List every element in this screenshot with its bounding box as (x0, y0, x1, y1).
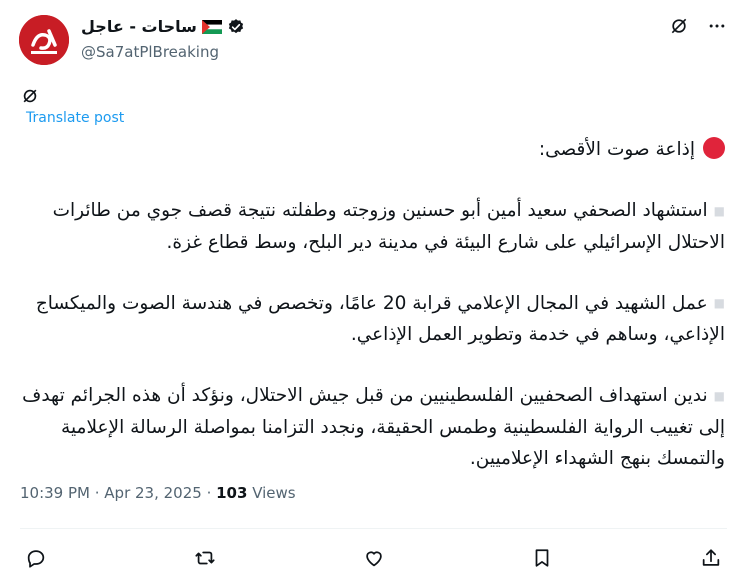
bullet-square-icon: ■ (713, 296, 725, 310)
author-name-row: ساحات - عاجل (81, 17, 245, 36)
reply-icon (27, 550, 45, 568)
tweet-time[interactable]: 10:39 PM (20, 484, 90, 502)
views-count: 103 (216, 484, 248, 502)
author-display-name[interactable]: ساحات - عاجل (81, 17, 197, 36)
palestine-flag-icon (201, 19, 222, 34)
avatar-logo (19, 15, 69, 65)
tweet-heading: إذاعة صوت الأقصى: (20, 134, 725, 165)
top-actions (667, 14, 729, 38)
bookmark-button[interactable] (528, 544, 556, 572)
more-options-icon[interactable] (705, 14, 729, 38)
translate-post-link[interactable]: Translate post (26, 110, 124, 126)
repost-icon (195, 551, 215, 565)
verified-badge-icon (228, 18, 244, 33)
reply-button[interactable] (22, 544, 50, 572)
red-circle-icon (703, 137, 725, 159)
bullet-square-icon: ■ (713, 203, 725, 218)
views-label: Views (247, 484, 296, 502)
share-button[interactable] (697, 544, 725, 572)
tweet-date[interactable]: Apr 23, 2025 (104, 484, 202, 502)
like-button[interactable] (360, 544, 388, 572)
share-icon (702, 549, 720, 566)
tweet-paragraph: ■ندين استهداف الصحفيين الفلسطينيين من قب… (22, 385, 725, 469)
action-bar (22, 544, 725, 572)
tweet-meta: 10:39 PM · Apr 23, 2025 · 103 Views (20, 484, 296, 502)
tweet-paragraph: ■عمل الشهيد في المجال الإعلامي قرابة 20 … (35, 292, 725, 346)
bullet-square-icon: ■ (713, 388, 725, 403)
grok-icon[interactable] (20, 86, 40, 106)
tweet-paragraph: ■استشهاد الصحفي سعيد أمين أبو حسنين وزوج… (52, 200, 725, 253)
bookmark-icon (535, 549, 549, 567)
tweet-text: إذاعة صوت الأقصى: ■استشهاد الصحفي سعيد أ… (20, 134, 725, 474)
avatar[interactable] (19, 15, 69, 65)
grok-icon[interactable] (667, 14, 691, 38)
like-icon (365, 551, 382, 567)
divider (20, 528, 727, 529)
author-handle[interactable]: @Sa7atPlBreaking (81, 43, 219, 61)
repost-button[interactable] (191, 544, 219, 572)
